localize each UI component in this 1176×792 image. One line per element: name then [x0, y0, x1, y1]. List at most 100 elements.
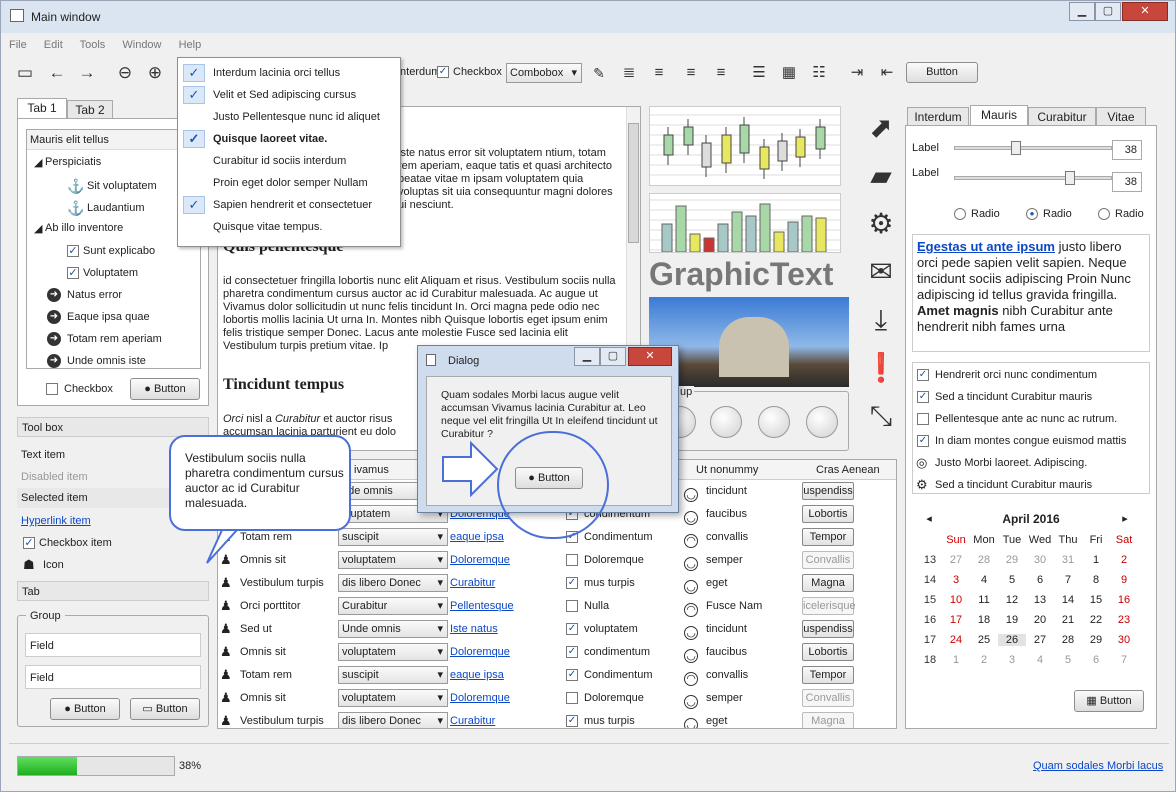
- dialog-close-button[interactable]: ✕: [628, 347, 672, 366]
- table-row[interactable]: ♟ Orci porttitor CurabiturPellentesque Null…: [218, 595, 896, 618]
- table-link[interactable]: eaque ipsa: [450, 669, 504, 681]
- calendar-day[interactable]: 18: [970, 614, 998, 626]
- calendar-day[interactable]: 22: [1082, 614, 1110, 626]
- checklist-label[interactable]: Justo Morbi laoreet. Adipiscing.: [935, 457, 1087, 469]
- calendar-day[interactable]: 24: [942, 634, 970, 646]
- popup-menu-item[interactable]: ✓ Quisque laoreet vitae.: [178, 128, 400, 150]
- calendar-day[interactable]: 21: [1054, 614, 1082, 626]
- calendar-day[interactable]: 23: [1110, 614, 1138, 626]
- close-button[interactable]: ✕: [1122, 2, 1168, 21]
- radio-button[interactable]: Radio: [954, 208, 1000, 221]
- folder-open-icon[interactable]: ▰: [863, 152, 899, 200]
- table-header-cell[interactable]: Ut nonummy: [696, 464, 758, 476]
- table-row[interactable]: ♟Omnis sitvoluptatemDoloremqueDoloremque…: [218, 687, 896, 710]
- calendar-day[interactable]: 8: [1082, 574, 1110, 586]
- field-input[interactable]: Field: [25, 633, 201, 657]
- popup-menu-item[interactable]: Quisque vitae tempus.: [178, 216, 400, 238]
- tree-item[interactable]: Unde omnis iste: [67, 355, 146, 367]
- table-combo[interactable]: Curabitur: [338, 597, 448, 615]
- table-link[interactable]: Doloremque: [450, 554, 510, 566]
- tree-checkbox[interactable]: ✓: [67, 267, 79, 279]
- calendar-day[interactable]: 30: [1110, 634, 1138, 646]
- calendar-day[interactable]: 27: [1026, 634, 1054, 646]
- table-icon[interactable]: ▦: [779, 63, 799, 83]
- rich-text-link[interactable]: Egestas ut ante ipsum: [917, 239, 1055, 254]
- table-combo[interactable]: suscipit: [338, 666, 448, 684]
- table-row-button[interactable]: Tempor: [802, 666, 854, 684]
- table-row[interactable]: ♟ Vestibulum turpis dis libero DonecCurabi…: [218, 710, 896, 728]
- align-center-icon[interactable]: ≡: [711, 63, 731, 83]
- group-button-1[interactable]: ● Button: [50, 698, 120, 720]
- calendar-day[interactable]: 3: [942, 574, 970, 586]
- table-checkbox[interactable]: [566, 600, 578, 612]
- checklist-label[interactable]: Pellentesque ante ac nunc ac rutrum.: [935, 413, 1117, 425]
- table-link[interactable]: Pellentesque: [450, 600, 514, 612]
- tree-checkbox[interactable]: ✓: [67, 245, 79, 257]
- table-row-button[interactable]: uspendiss: [802, 482, 854, 500]
- tree-item[interactable]: Sunt explicabo: [83, 245, 155, 257]
- table-row[interactable]: ♟ Omnis sit voluptatemDoloremque ✓ condiment…: [218, 641, 896, 664]
- slider-thumb[interactable]: [1011, 141, 1022, 155]
- checklist-label[interactable]: Hendrerit orci nunc condimentum: [935, 369, 1097, 381]
- calendar-day[interactable]: 5: [998, 574, 1026, 586]
- tab-2[interactable]: Tab 2: [67, 100, 113, 119]
- calendar-day[interactable]: 16: [1110, 594, 1138, 606]
- zoom-out-icon[interactable]: ⊖: [115, 63, 135, 83]
- dialog-maximize-button[interactable]: ▢: [600, 347, 626, 366]
- calendar-day[interactable]: 6: [1082, 654, 1110, 666]
- slider-thumb[interactable]: [1064, 171, 1075, 185]
- table-combo[interactable]: Unde omnis: [338, 620, 448, 638]
- table-row-button[interactable]: Lobortis: [802, 505, 854, 523]
- menu-window[interactable]: Window: [122, 39, 161, 51]
- table-row-button[interactable]: Magna: [802, 574, 854, 592]
- popup-menu-item[interactable]: ✓ Sapien hendrerit et consectetuer: [178, 194, 400, 216]
- maximize-button[interactable]: ▢: [1095, 2, 1121, 21]
- gear-icon[interactable]: ⚙: [863, 200, 899, 248]
- calendar-day[interactable]: 11: [970, 594, 998, 606]
- calendar-day[interactable]: 25: [970, 634, 998, 646]
- checklist-checkbox[interactable]: ✓: [917, 435, 929, 447]
- checklist-checkbox[interactable]: ✓: [917, 369, 929, 381]
- table-checkbox[interactable]: ✓: [566, 669, 578, 681]
- calendar-day[interactable]: 19: [998, 614, 1026, 626]
- table-row-button[interactable]: Tempor: [802, 528, 854, 546]
- dialog-minimize-button[interactable]: ▁: [574, 347, 600, 366]
- table-row-button[interactable]: Lobortis: [802, 643, 854, 661]
- tree-item[interactable]: Laudantium: [87, 202, 145, 214]
- calendar-day[interactable]: 4: [970, 574, 998, 586]
- calendar-day[interactable]: 17: [942, 614, 970, 626]
- dial[interactable]: [806, 406, 838, 438]
- spinbox[interactable]: 38: [1112, 172, 1142, 192]
- table-checkbox[interactable]: [566, 554, 578, 566]
- download-icon[interactable]: ⤓: [863, 296, 899, 344]
- calendar-day[interactable]: 29: [1082, 634, 1110, 646]
- tab-1[interactable]: Tab 1: [17, 98, 67, 119]
- text-item[interactable]: Text item: [21, 449, 65, 461]
- checkbox-item-box[interactable]: ✓: [23, 537, 35, 549]
- table-checkbox[interactable]: ✓: [566, 715, 578, 727]
- calendar-day[interactable]: 2: [970, 654, 998, 666]
- computer-icon[interactable]: ▭: [15, 63, 35, 83]
- menu-file[interactable]: File: [9, 39, 27, 51]
- table-link[interactable]: eaque ipsa: [450, 531, 504, 543]
- table-combo[interactable]: voluptatem: [338, 551, 448, 569]
- toolbar-button[interactable]: Button: [906, 62, 978, 83]
- calendar-day[interactable]: 4: [1026, 654, 1054, 666]
- tree-item[interactable]: Sit voluptatem: [87, 180, 157, 192]
- table-link[interactable]: Doloremque: [450, 646, 510, 658]
- exclamation-icon[interactable]: ❗: [863, 344, 899, 392]
- table-link[interactable]: Iste natus: [450, 623, 498, 635]
- checklist-checkbox[interactable]: [917, 413, 929, 425]
- menu-tools[interactable]: Tools: [80, 39, 106, 51]
- tree-item[interactable]: Natus error: [67, 289, 122, 301]
- popup-menu-item[interactable]: Justo Pellentesque nunc id aliquet: [178, 106, 400, 128]
- rich-text-box[interactable]: Egestas ut ante ipsum justo libero orci …: [912, 234, 1150, 352]
- radio-button[interactable]: Radio: [1098, 208, 1144, 221]
- calendar-day[interactable]: 1: [942, 654, 970, 666]
- right-tab-mauris[interactable]: Mauris: [970, 105, 1028, 126]
- calendar-day[interactable]: 9: [1110, 574, 1138, 586]
- table-header-cell[interactable]: Cras Aenean: [816, 464, 880, 476]
- table-row[interactable]: ♟ Totam rem suscipiteaque ipsa ✓ Condimentum…: [218, 664, 896, 687]
- calendar-day[interactable]: 6: [1026, 574, 1054, 586]
- toolbar-combobox[interactable]: Combobox: [506, 63, 582, 83]
